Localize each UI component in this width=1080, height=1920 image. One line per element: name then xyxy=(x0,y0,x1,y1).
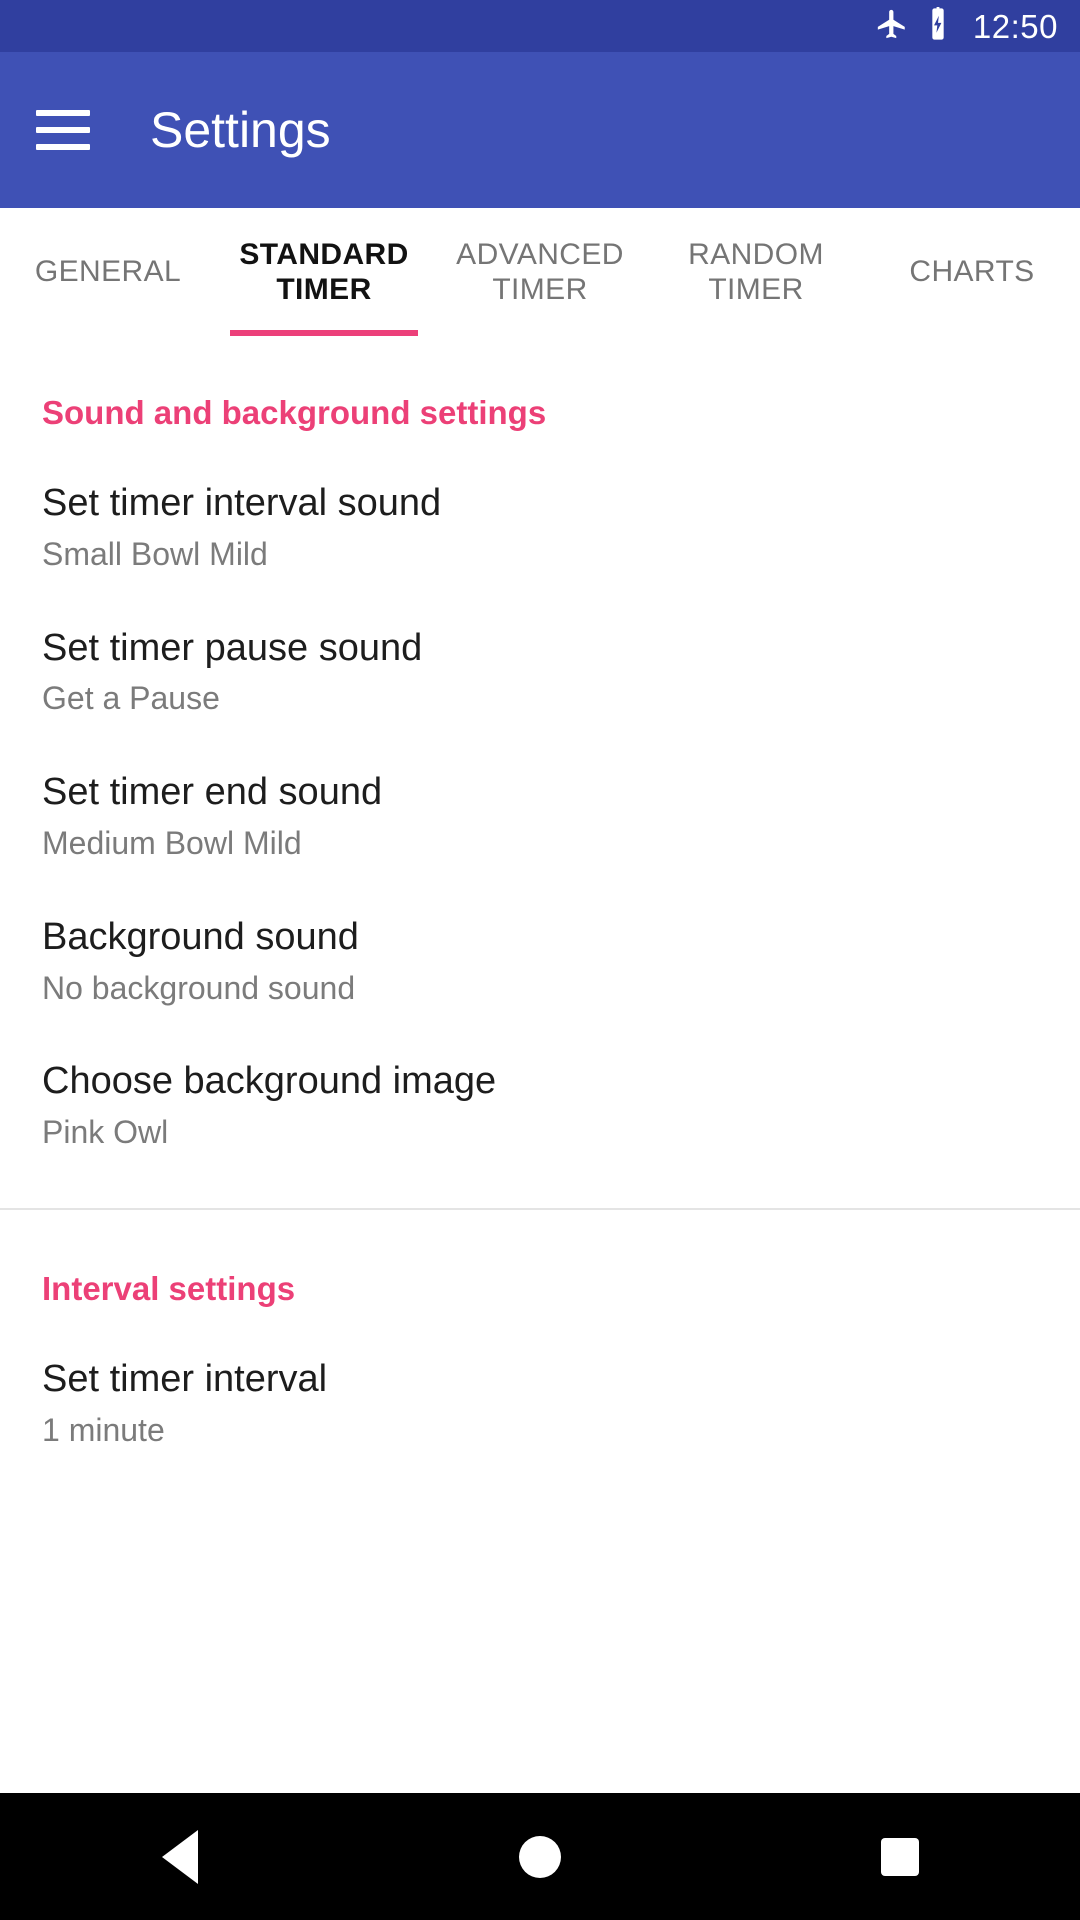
pref-summary: Get a Pause xyxy=(42,680,220,717)
status-bar: 12:50 xyxy=(0,0,1080,52)
android-navigation-bar xyxy=(0,1793,1080,1920)
tab-label: ADVANCED TIMER xyxy=(456,237,624,306)
tab-charts[interactable]: CHARTS xyxy=(864,208,1080,336)
pref-title: Choose background image xyxy=(42,1060,497,1103)
preference-list-sound: Set timer interval sound Small Bowl Mild… xyxy=(0,481,1080,1152)
pref-title: Background sound xyxy=(42,915,359,958)
tab-label: GENERAL xyxy=(34,255,182,289)
pref-summary: 1 minute xyxy=(42,1411,165,1448)
airplane-mode-icon xyxy=(875,7,909,46)
tab-advanced-timer[interactable]: ADVANCED TIMER xyxy=(432,208,648,336)
pref-background-sound[interactable]: Background sound No background sound xyxy=(0,915,1080,1008)
pref-summary: Pink Owl xyxy=(42,1114,169,1151)
pref-summary: Medium Bowl Mild xyxy=(42,824,302,861)
pref-summary: Small Bowl Mild xyxy=(42,535,268,572)
section-header-sound-and-background: Sound and background settings xyxy=(42,394,547,431)
hamburger-line xyxy=(36,144,90,150)
pref-set-timer-interval-sound[interactable]: Set timer interval sound Small Bowl Mild xyxy=(0,481,1080,574)
page-title: Settings xyxy=(150,102,331,158)
pref-title: Set timer interval sound xyxy=(42,482,442,524)
preference-list-interval: Set timer interval 1 minute xyxy=(0,1357,1080,1450)
battery-charging-icon xyxy=(923,6,953,46)
nav-recents-button[interactable] xyxy=(800,1793,1000,1920)
phone-screen: 12:50 Settings GENERAL STANDARD TIMER AD… xyxy=(0,0,1080,1920)
pref-set-timer-interval[interactable]: Set timer interval 1 minute xyxy=(0,1357,1080,1450)
tab-random-timer[interactable]: RANDOM TIMER xyxy=(648,208,864,336)
pref-choose-background-image[interactable]: Choose background image Pink Owl xyxy=(0,1059,1080,1152)
section-header-interval-settings: Interval settings xyxy=(42,1269,296,1307)
hamburger-line xyxy=(36,127,90,133)
pref-summary: No background sound xyxy=(42,969,356,1006)
pref-set-timer-end-sound[interactable]: Set timer end sound Medium Bowl Mild xyxy=(0,770,1080,863)
nav-home-button[interactable] xyxy=(440,1793,640,1920)
tab-bar: GENERAL STANDARD TIMER ADVANCED TIMER RA… xyxy=(0,208,1080,336)
hamburger-menu-icon[interactable] xyxy=(36,103,90,157)
tab-standard-timer[interactable]: STANDARD TIMER xyxy=(216,208,432,336)
tab-label: STANDARD TIMER xyxy=(239,237,409,306)
nav-back-button[interactable] xyxy=(80,1793,280,1920)
status-icon-group: 12:50 xyxy=(875,6,1058,46)
back-triangle-icon xyxy=(162,1829,198,1884)
pref-title: Set timer end sound xyxy=(42,771,383,814)
hamburger-line xyxy=(36,110,90,116)
pref-title: Set timer pause sound xyxy=(42,626,423,669)
recents-square-icon xyxy=(881,1837,919,1876)
app-bar: Settings xyxy=(0,52,1080,208)
home-circle-icon xyxy=(519,1835,561,1878)
pref-title: Set timer interval xyxy=(42,1357,328,1400)
tab-label: RANDOM TIMER xyxy=(688,237,824,306)
tab-general[interactable]: GENERAL xyxy=(0,208,216,336)
settings-scroll-area[interactable]: Sound and background settings Set timer … xyxy=(0,336,1080,1793)
pref-set-timer-pause-sound[interactable]: Set timer pause sound Get a Pause xyxy=(0,626,1080,719)
status-bar-clock: 12:50 xyxy=(972,7,1058,45)
tab-label: CHARTS xyxy=(909,255,1035,289)
